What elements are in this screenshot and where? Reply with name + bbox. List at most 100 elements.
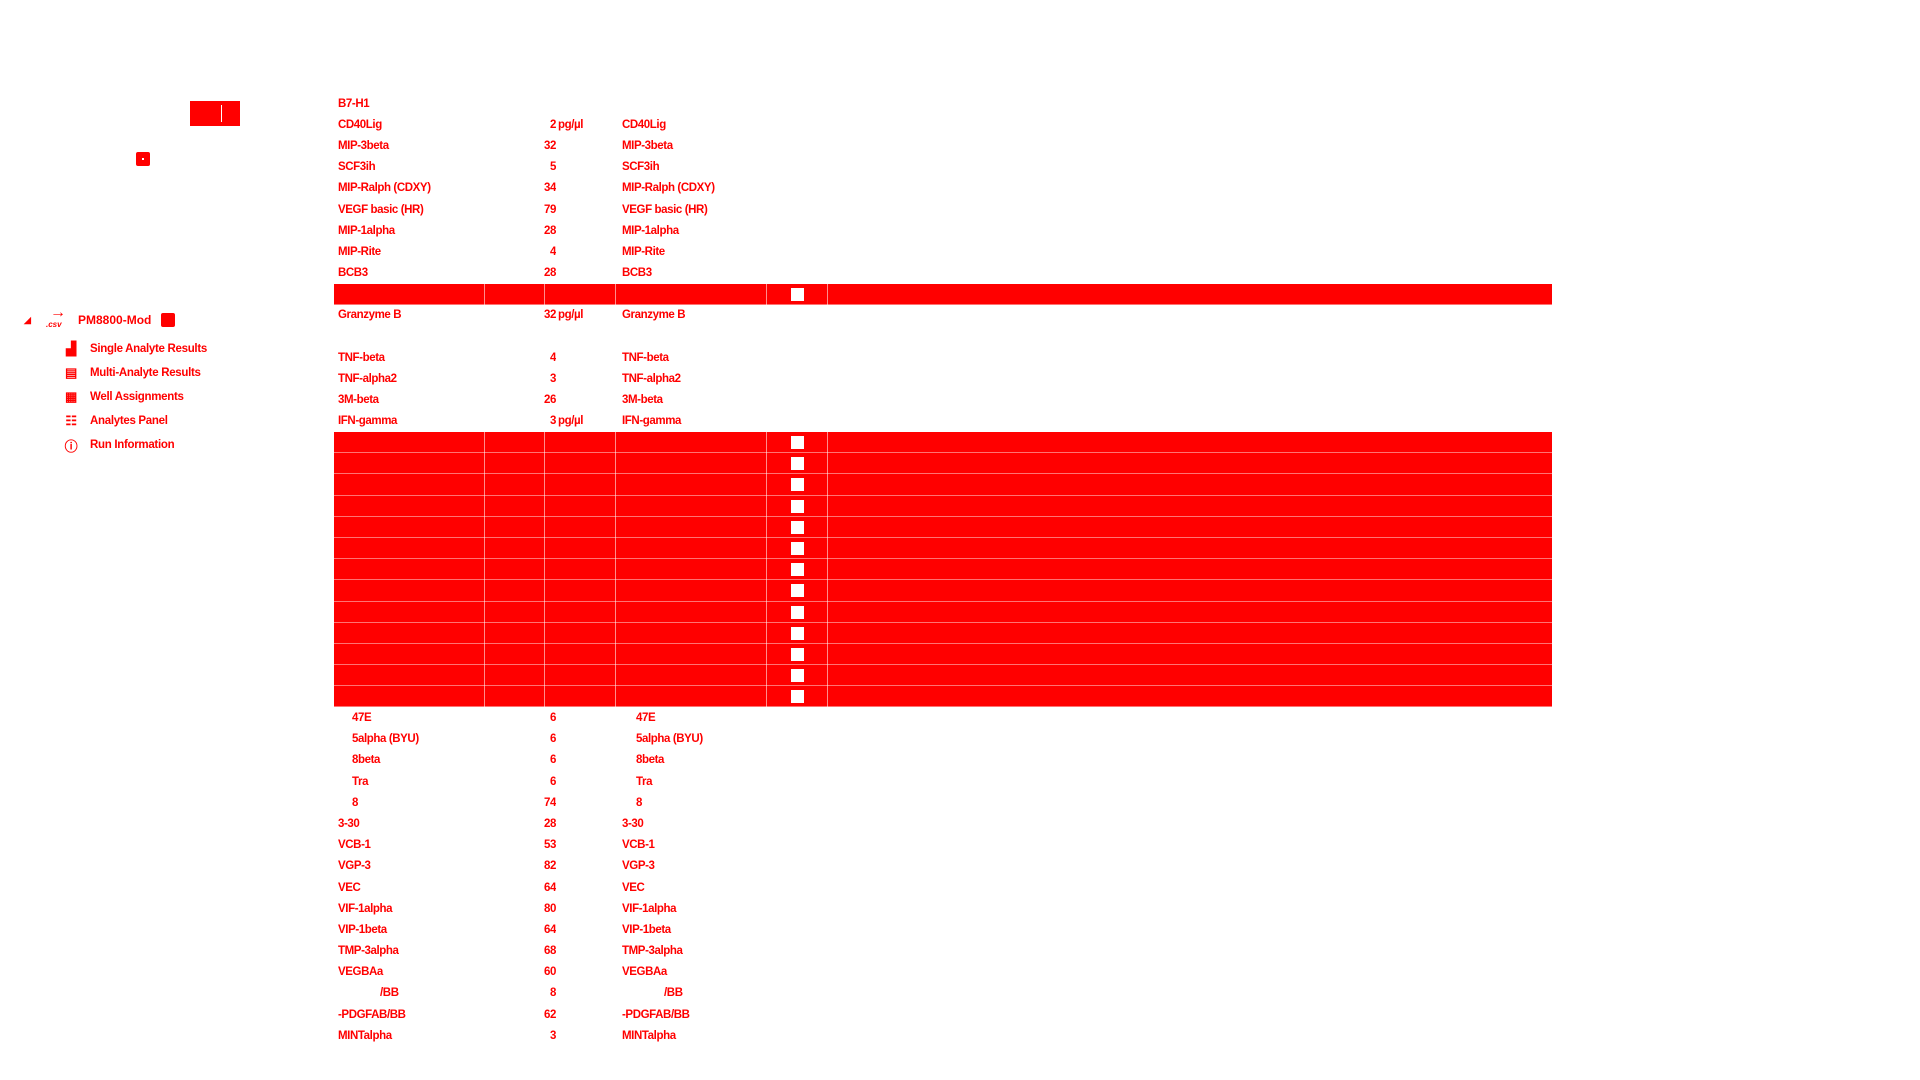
- row-checkbox[interactable]: [791, 563, 804, 577]
- nav-multi-analyte-results[interactable]: ▤ Multi-Analyte Results: [62, 362, 201, 384]
- collapse-toggle[interactable]: [136, 152, 150, 166]
- table-row[interactable]: BCB3 28 BCB3: [334, 263, 1552, 284]
- table-row-selected[interactable]: [334, 537, 1552, 560]
- unit-cell: [550, 919, 608, 940]
- column-divider: [544, 665, 545, 687]
- column-divider: [827, 665, 828, 687]
- table-row[interactable]: IFN-gamma 3 pg/µl IFN-gamma: [334, 411, 1552, 432]
- column-divider: [827, 495, 828, 517]
- row-checkbox[interactable]: [791, 669, 804, 683]
- table-row-selected[interactable]: [334, 474, 1552, 496]
- unit-cell: [550, 941, 608, 962]
- collapse-caret-icon[interactable]: ◢: [24, 315, 38, 326]
- analyte-name-cell: IFN-gamma: [338, 415, 398, 428]
- column-divider: [827, 601, 828, 623]
- table-row[interactable]: VIP-1beta 64 VIP-1beta: [334, 919, 1552, 940]
- table-row[interactable]: TNF-alpha2 3 TNF-alpha2: [334, 368, 1552, 389]
- table-row[interactable]: 47E 6 47E: [334, 707, 1552, 728]
- table-row-selected[interactable]: [334, 559, 1552, 581]
- nav-single-analyte-results[interactable]: ▟ Single Analyte Results: [62, 338, 207, 360]
- table-row[interactable]: VGP-3 82 VGP-3: [334, 856, 1552, 877]
- unit-cell: [550, 390, 608, 411]
- analyte-alias-cell: Tra: [636, 775, 653, 788]
- table-row-selected[interactable]: [334, 665, 1552, 687]
- row-checkbox[interactable]: [791, 287, 804, 301]
- table-row[interactable]: 5alpha (BYU) 6 5alpha (BYU): [334, 729, 1552, 750]
- row-checkbox[interactable]: [791, 626, 804, 640]
- row-checkbox[interactable]: [791, 520, 804, 534]
- table-row[interactable]: VCB-1 53 VCB-1: [334, 835, 1552, 856]
- nav-well-assignments[interactable]: ▦ Well Assignments: [62, 386, 184, 408]
- table-row[interactable]: Tra 6 Tra: [334, 771, 1552, 792]
- unit-cell: [550, 347, 608, 368]
- table-row[interactable]: B7-H1: [334, 93, 1552, 114]
- row-checkbox[interactable]: [791, 647, 804, 661]
- table-row-selected[interactable]: [334, 643, 1552, 666]
- column-divider: [827, 622, 828, 644]
- table-row[interactable]: 3-30 28 3-30: [334, 813, 1552, 834]
- table-row[interactable]: -PDGFAB/BB 62 -PDGFAB/BB: [334, 1004, 1552, 1025]
- table-row-selected[interactable]: [334, 283, 1552, 305]
- table-row[interactable]: 8 74 8: [334, 792, 1552, 813]
- table-row[interactable]: MIP-3beta 32 MIP-3beta: [334, 135, 1552, 156]
- table-row[interactable]: VEGF basic (HR) 79 VEGF basic (HR): [334, 199, 1552, 220]
- analyte-alias-cell: 8beta: [636, 754, 665, 767]
- table-row[interactable]: VIF-1alpha 80 VIF-1alpha: [334, 898, 1552, 919]
- column-divider: [544, 580, 545, 602]
- table-row[interactable]: 8beta 6 8beta: [334, 750, 1552, 771]
- table-row-selected[interactable]: [334, 601, 1552, 623]
- table-row[interactable]: Granzyme B 32 pg/µl Granzyme B: [334, 305, 1552, 326]
- analyte-alias-cell: MIP-Ralph (CDXY): [622, 182, 715, 195]
- table-row-selected[interactable]: [334, 686, 1552, 708]
- table-row-selected[interactable]: [334, 580, 1552, 602]
- column-divider: [615, 516, 616, 538]
- analyte-name-cell: 8beta: [352, 754, 381, 767]
- table-row[interactable]: MIP-Rite 4 MIP-Rite: [334, 241, 1552, 262]
- row-checkbox[interactable]: [791, 584, 804, 598]
- nav-label: Run Information: [90, 439, 175, 451]
- row-checkbox[interactable]: [791, 690, 804, 704]
- table-row-selected[interactable]: [334, 516, 1552, 538]
- table-row[interactable]: 3M-beta 26 3M-beta: [334, 390, 1552, 411]
- row-checkbox[interactable]: [791, 478, 804, 492]
- table-row-selected[interactable]: [334, 453, 1552, 475]
- nav-analytes-panel[interactable]: ☷ Analytes Panel: [62, 410, 168, 432]
- unit-cell: [550, 199, 608, 220]
- unit-cell: pg/µl: [558, 415, 584, 428]
- tree-root-node[interactable]: ◢ → .csv PM8800-Mod: [24, 305, 176, 332]
- row-checkbox[interactable]: [791, 541, 804, 555]
- toolbar-block[interactable]: [190, 101, 240, 126]
- table-row[interactable]: VEGBAa 60 VEGBAa: [334, 962, 1552, 983]
- column-divider: [615, 559, 616, 581]
- row-checkbox[interactable]: [791, 605, 804, 619]
- row-checkbox[interactable]: [791, 457, 804, 471]
- table-row-selected[interactable]: [334, 432, 1552, 454]
- column-divider: [615, 601, 616, 623]
- table-row-selected[interactable]: [334, 495, 1552, 517]
- analyte-name-cell: Granzyme B: [338, 309, 402, 322]
- table-row[interactable]: CD40Lig 2 pg/µl CD40Lig: [334, 114, 1552, 135]
- table-row[interactable]: TNF-beta 4 TNF-beta: [334, 347, 1552, 368]
- analyte-alias-cell: 8: [636, 796, 642, 809]
- column-divider: [484, 516, 485, 538]
- bar-chart-icon: ▟: [66, 341, 76, 356]
- table-row[interactable]: /BB 8/BB: [334, 983, 1552, 1004]
- table-row[interactable]: MINTalpha 3 MINTalpha: [334, 1025, 1552, 1046]
- analyte-name-cell: MIP-1alpha: [338, 224, 395, 237]
- table-row[interactable]: SCF3ih 5 SCF3ih: [334, 157, 1552, 178]
- table-row[interactable]: VEC 64 VEC: [334, 877, 1552, 898]
- table-row[interactable]: MIP-Ralph (CDXY) 34 MIP-Ralph (CDXY): [334, 178, 1552, 199]
- unit-cell: [550, 835, 608, 856]
- column-divider: [484, 665, 485, 687]
- table-row[interactable]: MIP-1alpha 28 MIP-1alpha: [334, 220, 1552, 241]
- column-divider: [484, 453, 485, 475]
- table-row[interactable]: TMP-3alpha 68 TMP-3alpha: [334, 941, 1552, 962]
- row-checkbox[interactable]: [791, 499, 804, 513]
- analyte-name-cell: MIP-Ralph (CDXY): [338, 182, 431, 195]
- row-checkbox[interactable]: [791, 436, 804, 449]
- column-divider: [484, 622, 485, 644]
- column-divider: [827, 537, 828, 560]
- column-divider: [544, 643, 545, 666]
- table-row-selected[interactable]: [334, 622, 1552, 644]
- nav-run-information[interactable]: ⓘ Run Information: [62, 434, 175, 456]
